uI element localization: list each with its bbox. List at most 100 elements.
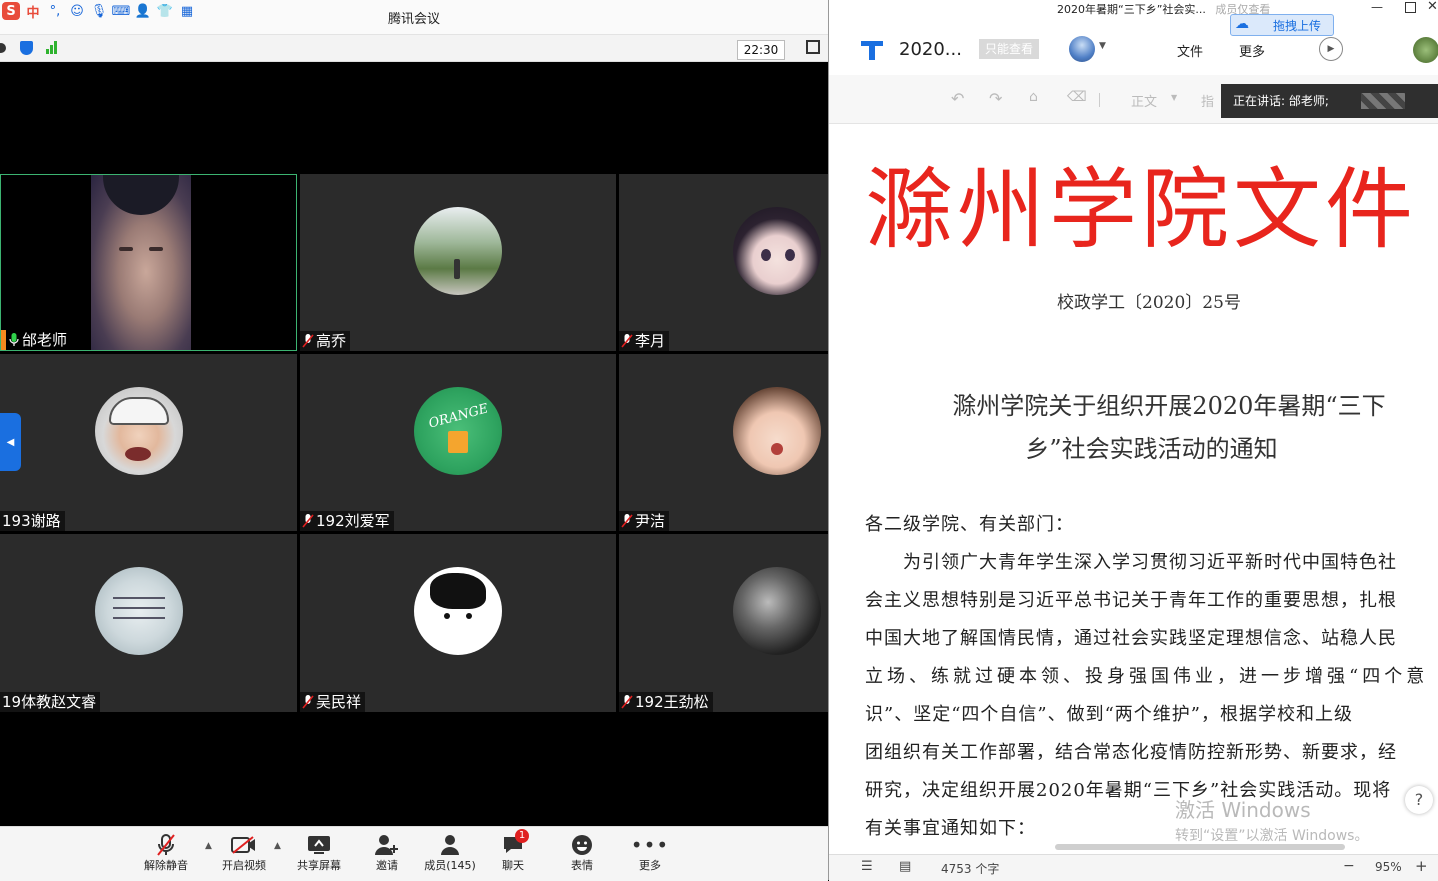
doc-app-header: 2020... 只能查看 ▼ 文件 更多 ▶ <box>829 17 1438 75</box>
participant-nametag: 192刘爱军 <box>300 511 394 531</box>
participant-name: 192王劲松 <box>635 693 709 711</box>
more-button[interactable]: ••• 更多 <box>619 833 681 873</box>
doc-titlebar: 2020年暑期“三下乡”社会实... 成员仅查看 — ✕ <box>829 0 1438 17</box>
collapse-panel-handle[interactable]: ◀ <box>0 413 21 471</box>
collaborator-avatar[interactable] <box>1069 36 1095 62</box>
readonly-badge[interactable]: 只能查看 <box>979 39 1040 59</box>
horizontal-scrollbar[interactable] <box>1055 844 1345 850</box>
participant-tile[interactable]: 尹洁 <box>619 354 828 531</box>
speaking-indicator: 正在讲话: 邰老师; <box>1221 84 1438 118</box>
share-screen-button[interactable]: 共享屏幕 <box>288 833 350 873</box>
meeting-title: 腾讯会议 <box>387 12 440 27</box>
chat-button[interactable]: 1 聊天 <box>482 829 544 873</box>
zoom-in-button[interactable]: + <box>1415 857 1428 875</box>
outline-icon[interactable]: ☰ <box>861 859 873 874</box>
word-count: 4753 个字 <box>941 862 1000 876</box>
participant-nametag: 192王劲松 <box>619 692 713 712</box>
format-painter-icon[interactable]: ⌂ <box>1029 89 1038 105</box>
present-icon[interactable]: ▶ <box>1319 37 1343 61</box>
doc-name[interactable]: 2020... <box>899 39 962 60</box>
unmute-button[interactable]: 解除静音 <box>135 833 197 873</box>
layout-icon[interactable] <box>806 40 820 54</box>
chevron-down-icon[interactable]: ▼ <box>1099 41 1106 51</box>
toolbar-item[interactable]: 指 <box>1201 91 1214 110</box>
mic-muted-icon <box>621 334 633 348</box>
participant-tile[interactable]: 19体教赵文睿 <box>0 534 297 712</box>
meeting-statusbar <box>0 35 828 62</box>
doc-window: 2020年暑期“三下乡”社会实... 成员仅查看 — ✕ 2020... 只能查… <box>828 0 1438 881</box>
participant-tile[interactable]: 192王劲松 <box>619 534 828 712</box>
clear-format-icon[interactable]: ⌫ <box>1067 89 1087 105</box>
participant-name: 李月 <box>635 332 666 350</box>
participant-nametag: 吴民祥 <box>300 692 366 712</box>
mic-muted-icon <box>621 695 633 709</box>
participant-name: 193谢路 <box>2 512 61 530</box>
participant-nametag: 高乔 <box>300 331 351 351</box>
speaker-avatars <box>1361 93 1405 109</box>
members-button[interactable]: 成员(145) <box>419 833 481 873</box>
maximize-icon[interactable] <box>1405 2 1416 13</box>
meeting-clock: 22:30 <box>737 40 785 60</box>
participant-nametag: 邰老师 <box>6 330 72 350</box>
windows-activation-watermark: 激活 Windows 转到“设置”以激活 Windows。 <box>1175 798 1369 844</box>
invite-button[interactable]: 邀请 <box>356 833 418 873</box>
page-icon[interactable]: ▤ <box>899 859 911 874</box>
participant-tile[interactable]: ORANGE 192刘爱军 <box>300 354 616 531</box>
upload-button[interactable]: ☁ 拖拽上传 <box>1230 14 1334 36</box>
salutation: 各二级学院、有关部门： <box>865 514 1074 535</box>
cloud-icon: ☁ <box>1235 16 1249 32</box>
notice-title-line-2: 乡”社会实践活动的通知 <box>1025 435 1278 463</box>
camera-video <box>91 175 191 350</box>
mic-muted-icon <box>621 514 633 528</box>
tencent-docs-logo <box>859 37 885 61</box>
avatar <box>733 567 821 655</box>
paragraph-style-select[interactable]: 正文 <box>1131 91 1157 110</box>
participant-tile[interactable]: 李月 <box>619 174 828 351</box>
participant-tile[interactable]: 吴民祥 <box>300 534 616 712</box>
unmute-options-caret[interactable]: ▲ <box>205 841 212 851</box>
user-avatar[interactable] <box>1413 37 1438 63</box>
avatar <box>733 207 821 295</box>
body-line: 中国大地了解国情民情，通过社会实践坚定理想信念、站稳人民 <box>865 628 1397 649</box>
divider <box>1099 93 1100 107</box>
participant-nametag: 19体教赵文睿 <box>0 692 101 712</box>
undo-icon[interactable]: ↶ <box>951 89 964 108</box>
body-line: 立场、练就过硬本领、投身强国伟业，进一步增强“四个意 <box>865 666 1429 687</box>
chevron-down-icon[interactable]: ▼ <box>1171 93 1177 102</box>
video-options-caret[interactable]: ▲ <box>274 841 281 851</box>
minimize-icon[interactable]: — <box>1371 0 1383 14</box>
emoji-button[interactable]: 表情 <box>551 833 613 873</box>
security-shield-icon[interactable] <box>20 41 33 55</box>
share-screen-icon <box>288 833 350 857</box>
zoom-level[interactable]: 95% <box>1375 860 1402 874</box>
menu-more[interactable]: 更多 <box>1239 41 1265 60</box>
menu-file[interactable]: 文件 <box>1177 41 1203 60</box>
start-video-button[interactable]: 开启视频 <box>213 833 275 873</box>
meeting-titlebar: S 中 °, ☺ 🎙 ⌨ 👤 👕 ▦ 腾讯会议 <box>0 0 828 35</box>
participant-name: 尹洁 <box>635 512 666 530</box>
participant-name: 吴民祥 <box>316 693 362 711</box>
mic-muted-icon <box>135 833 197 857</box>
zoom-out-button[interactable]: − <box>1343 858 1355 874</box>
close-icon[interactable]: ✕ <box>1427 0 1438 14</box>
mic-muted-icon <box>302 695 314 709</box>
doc-number: 校政学工〔2020〕25号 <box>1057 293 1241 313</box>
smile-icon <box>551 833 613 857</box>
participant-name: 邰老师 <box>22 331 68 349</box>
video-grid: 邰老师 高乔 李月 ◀ 193谢路 ORANGE 192刘爱军 尹洁 19体教赵… <box>0 174 828 712</box>
network-signal-icon[interactable] <box>46 41 57 54</box>
redo-icon[interactable]: ↷ <box>989 89 1002 108</box>
avatar <box>414 207 502 295</box>
mic-muted-icon <box>302 514 314 528</box>
participant-name: 19体教赵文睿 <box>2 693 97 711</box>
help-button[interactable]: ? <box>1405 786 1433 814</box>
doc-page: 滁州学院文件 校政学工〔2020〕25号 滁州学院关于组织开展2020年暑期“三… <box>829 124 1438 854</box>
meeting-toolbar: 解除静音 ▲ 开启视频 ▲ 共享屏幕 邀请 成员(145) 1 聊天 表情 ••… <box>0 826 828 881</box>
participant-tile[interactable]: 高乔 <box>300 174 616 351</box>
participant-tile[interactable]: ◀ 193谢路 <box>0 354 297 531</box>
participant-tile[interactable]: 邰老师 <box>0 174 297 351</box>
doc-statusbar: ☰ ▤ 4753 个字 − 95% + <box>829 854 1438 881</box>
participant-nametag: 193谢路 <box>0 511 65 531</box>
more-dots-icon: ••• <box>630 833 670 857</box>
record-dot-icon <box>0 43 6 53</box>
